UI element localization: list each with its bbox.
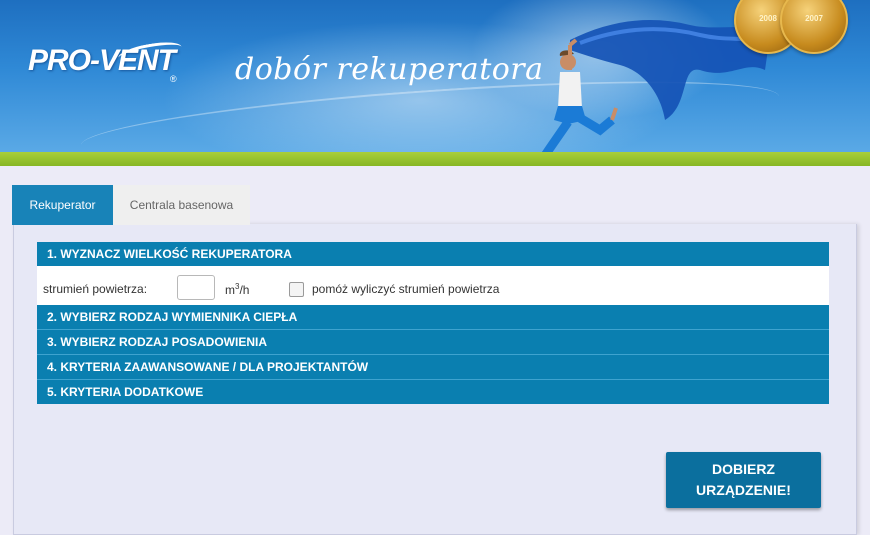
submit-line-2: URZĄDZENIE! (696, 482, 791, 498)
section-4-header[interactable]: 4. KRYTERIA ZAAWANSOWANE / DLA PROJEKTAN… (37, 355, 829, 379)
registered-mark: ® (170, 74, 177, 84)
jumping-woman-illustration (541, 38, 618, 152)
flow-unit: m3/h (225, 282, 250, 297)
page-title: dobór rekuperatora (235, 52, 544, 87)
section-2-header[interactable]: 2. WYBIERZ RODZAJ WYMIENNIKA CIEPŁA (37, 305, 829, 329)
section-1-header[interactable]: 1. WYZNACZ WIELKOŚĆ REKUPERATORA (37, 242, 829, 266)
flow-input[interactable] (177, 275, 215, 300)
tab-centrala-basenowa[interactable]: Centrala basenowa (113, 185, 250, 225)
tab-rekuperator[interactable]: Rekuperator (12, 185, 113, 225)
section-3-header[interactable]: 3. WYBIERZ RODZAJ POSADOWIENIA (37, 330, 829, 354)
submit-button[interactable]: DOBIERZ URZĄDZENIE! (666, 452, 821, 508)
green-divider (0, 152, 870, 166)
submit-line-1: DOBIERZ (711, 461, 775, 477)
help-calc-checkbox[interactable] (289, 282, 304, 297)
flow-label: strumień powietrza: (43, 282, 148, 296)
section-5-header[interactable]: 5. KRYTERIA DODATKOWE (37, 380, 829, 404)
help-calc-label[interactable]: pomóż wyliczyć strumień powietrza (312, 282, 499, 296)
